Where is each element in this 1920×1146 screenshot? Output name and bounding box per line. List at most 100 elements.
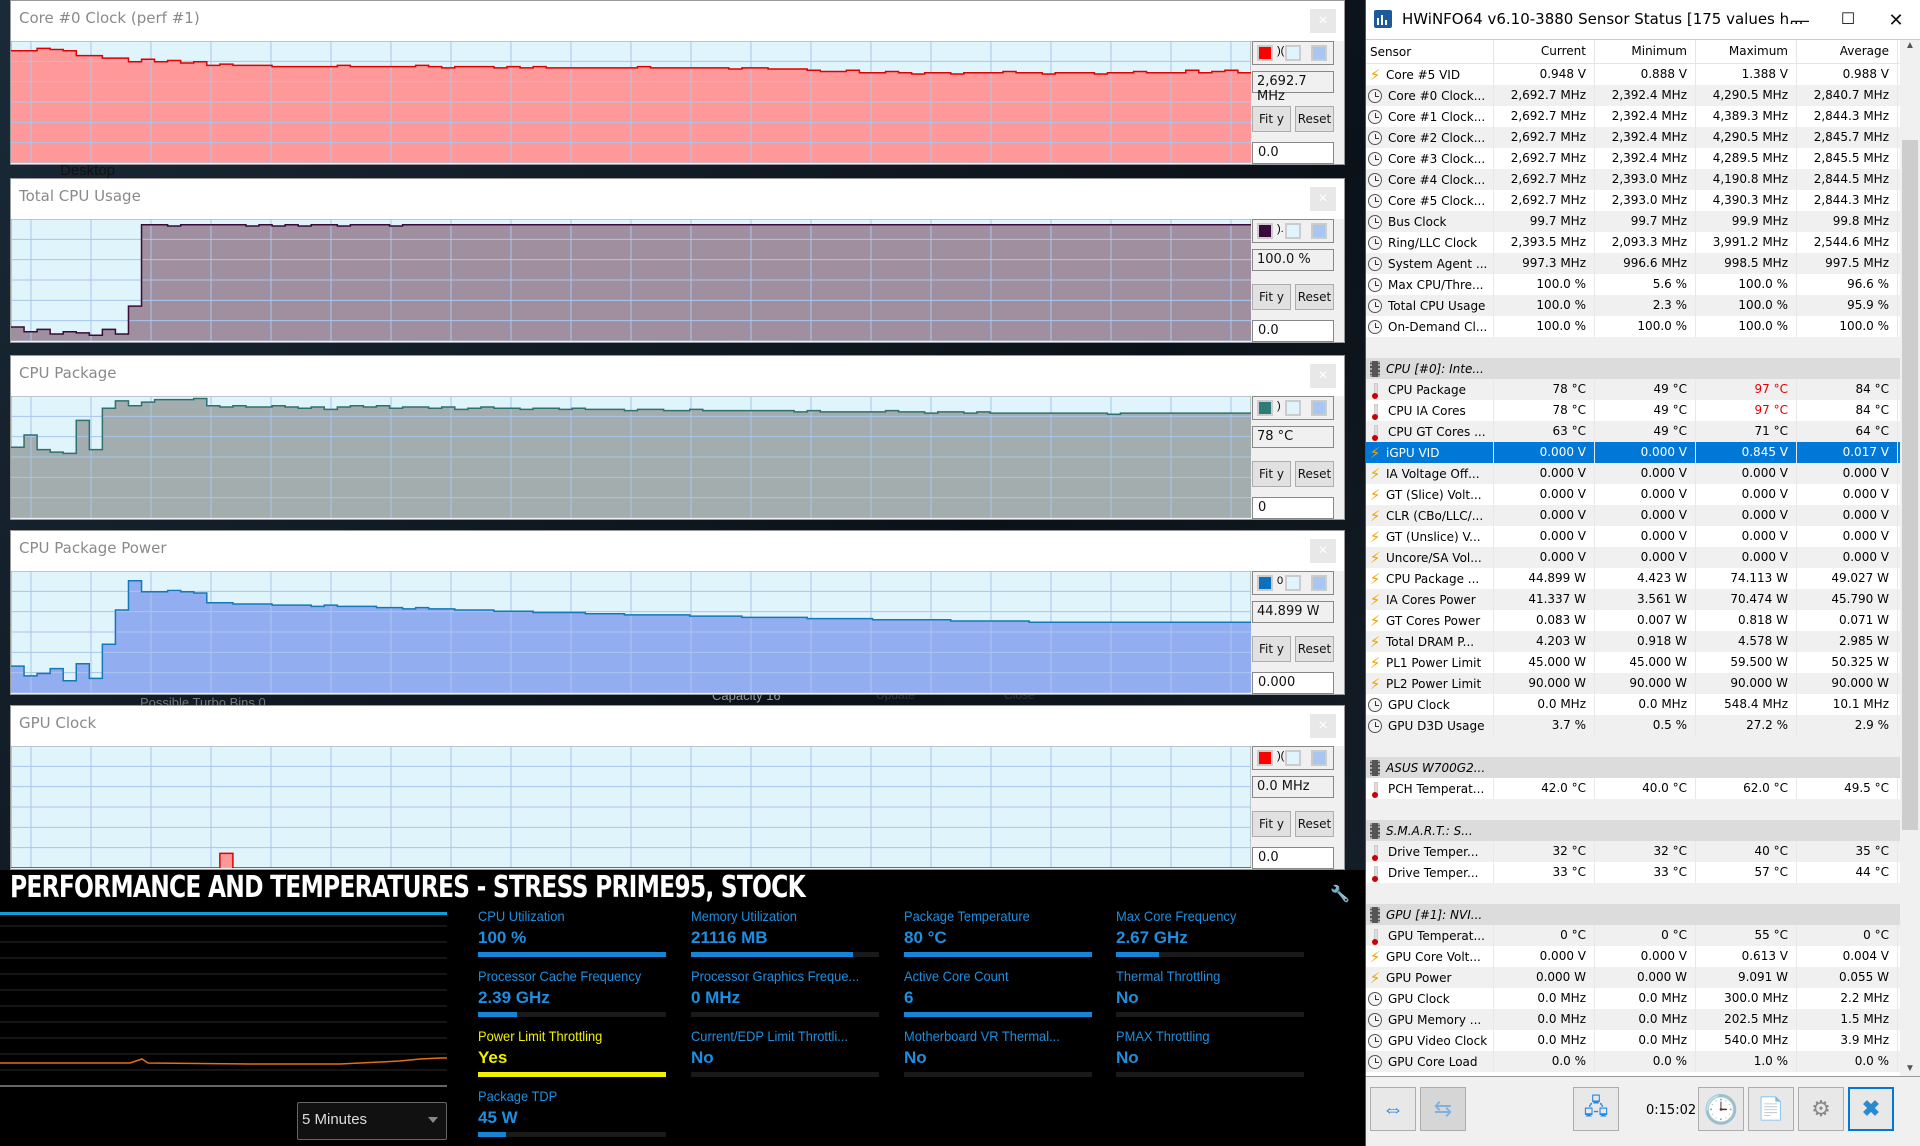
wrench-icon[interactable]: 🔧	[1330, 884, 1350, 904]
col-average[interactable]: Average	[1797, 40, 1898, 63]
add-log-icon[interactable]: 📄	[1748, 1087, 1794, 1131]
col-minimum[interactable]: Minimum	[1595, 40, 1696, 63]
collapse-columns-icon[interactable]: ⇆	[1420, 1087, 1466, 1131]
maximize-icon[interactable]: ☐	[1828, 6, 1868, 34]
grid-color-swatch[interactable]	[1311, 750, 1327, 766]
grid-color-swatch[interactable]	[1311, 575, 1327, 591]
line-color-swatch[interactable]	[1257, 223, 1273, 239]
graph-close-icon[interactable]: ×	[1310, 9, 1336, 33]
table-row[interactable]: Drive Temper... 32 °C 32 °C 40 °C 35 °C	[1366, 841, 1901, 862]
scroll-down-icon[interactable]: ▼	[1900, 1063, 1920, 1074]
table-row[interactable]: CPU Package 78 °C 49 °C 97 °C 84 °C	[1366, 379, 1901, 400]
table-row[interactable]: ⚡ iGPU VID 0.000 V 0.000 V 0.845 V 0.017 …	[1366, 442, 1901, 463]
settings-gear-icon[interactable]: ⚙	[1798, 1087, 1844, 1131]
col-maximum[interactable]: Maximum	[1696, 40, 1797, 63]
table-row[interactable]: ⚡ Total DRAM P... 4.203 W 0.918 W 4.578 W…	[1366, 631, 1901, 652]
table-row[interactable]: ⚡ GT (Slice) Volt... 0.000 V 0.000 V 0.00…	[1366, 484, 1901, 505]
table-row[interactable]: PCH Temperat... 42.0 °C 40.0 °C 62.0 °C …	[1366, 778, 1901, 799]
reset-button[interactable]: Reset	[1295, 461, 1334, 487]
table-row[interactable]: ⚡ GT Cores Power 0.083 W 0.007 W 0.818 W …	[1366, 610, 1901, 631]
table-row[interactable]: Core #3 Clock... 2,692.7 MHz 2,392.4 MHz…	[1366, 148, 1901, 169]
close-icon[interactable]: ✕	[1876, 6, 1916, 34]
line-color-swatch[interactable]	[1257, 750, 1273, 766]
graph-close-icon[interactable]: ×	[1310, 714, 1336, 738]
reset-button[interactable]: Reset	[1295, 811, 1334, 837]
table-row[interactable]: ⚡ GPU Core Volt... 0.000 V 0.000 V 0.613 …	[1366, 946, 1901, 967]
bg-color-swatch[interactable]	[1285, 750, 1301, 766]
col-sensor[interactable]: Sensor	[1366, 40, 1494, 63]
table-row[interactable]: ⚡ CPU Package ... 44.899 W 4.423 W 74.113…	[1366, 568, 1901, 589]
sensor-group-row[interactable]: ASUS W700G2...	[1366, 757, 1901, 778]
grid-color-swatch[interactable]	[1311, 45, 1327, 61]
grid-color-swatch[interactable]	[1311, 400, 1327, 416]
table-row[interactable]: GPU Memory ... 0.0 MHz 0.0 MHz 202.5 MHz…	[1366, 1009, 1901, 1030]
min-value-input[interactable]: 0.0	[1252, 142, 1334, 164]
table-row[interactable]: Ring/LLC Clock 2,393.5 MHz 2,093.3 MHz 3…	[1366, 232, 1901, 253]
line-color-swatch[interactable]	[1257, 45, 1273, 61]
line-color-swatch[interactable]	[1257, 575, 1273, 591]
fit-y-button[interactable]: Fit y	[1252, 636, 1291, 662]
bg-color-swatch[interactable]	[1285, 400, 1301, 416]
table-row[interactable]: System Agent ... 997.3 MHz 996.6 MHz 998…	[1366, 253, 1901, 274]
line-color-swatch[interactable]	[1257, 400, 1273, 416]
fit-y-button[interactable]: Fit y	[1252, 461, 1291, 487]
table-row[interactable]: GPU Temperat... 0 °C 0 °C 55 °C 0 °C	[1366, 925, 1901, 946]
scrollbar[interactable]: ▲ ▼	[1900, 40, 1920, 1076]
graph-close-icon[interactable]: ×	[1310, 364, 1336, 388]
scroll-up-icon[interactable]: ▲	[1900, 40, 1920, 51]
scrollbar-thumb[interactable]	[1902, 140, 1918, 830]
table-row[interactable]: GPU Video Clock 0.0 MHz 0.0 MHz 540.0 MH…	[1366, 1030, 1901, 1051]
min-value-input[interactable]: 0.0	[1252, 847, 1334, 869]
fit-y-button[interactable]: Fit y	[1252, 106, 1291, 132]
bg-color-swatch[interactable]	[1285, 223, 1301, 239]
table-row[interactable]: ⚡ PL2 Power Limit 90.000 W 90.000 W 90.00…	[1366, 673, 1901, 694]
bg-color-swatch[interactable]	[1285, 45, 1301, 61]
sensor-group-row[interactable]: GPU [#1]: NVI...	[1366, 904, 1901, 925]
table-row[interactable]: GPU Core Load 0.0 % 0.0 % 1.0 % 0.0 %	[1366, 1051, 1901, 1072]
minimize-icon[interactable]: —	[1780, 6, 1820, 34]
table-row[interactable]: ⚡ IA Voltage Off... 0.000 V 0.000 V 0.000…	[1366, 463, 1901, 484]
table-row[interactable]: CPU GT Cores ... 63 °C 49 °C 71 °C 64 °C	[1366, 421, 1901, 442]
graph-close-icon[interactable]: ×	[1310, 187, 1336, 211]
min-value-input[interactable]: 0.0	[1252, 320, 1334, 342]
table-row[interactable]: ⚡ Uncore/SA Vol... 0.000 V 0.000 V 0.000 …	[1366, 547, 1901, 568]
table-row[interactable]: ⚡ GT (Unslice) V... 0.000 V 0.000 V 0.000…	[1366, 526, 1901, 547]
graph-close-icon[interactable]: ×	[1310, 539, 1336, 563]
table-row[interactable]: Max CPU/Thre... 100.0 % 5.6 % 100.0 % 96…	[1366, 274, 1901, 295]
col-current[interactable]: Current	[1494, 40, 1595, 63]
table-row[interactable]: GPU D3D Usage 3.7 % 0.5 % 27.2 % 2.9 %	[1366, 715, 1901, 736]
sensor-group-row[interactable]: S.M.A.R.T.: S...	[1366, 820, 1901, 841]
expand-columns-icon[interactable]: ⇔	[1370, 1087, 1416, 1131]
clock-reset-icon[interactable]: 🕒	[1698, 1087, 1744, 1131]
exit-icon[interactable]: ✖	[1848, 1087, 1894, 1131]
table-row[interactable]: GPU Clock 0.0 MHz 0.0 MHz 300.0 MHz 2.2 …	[1366, 988, 1901, 1009]
table-row[interactable]: GPU Clock 0.0 MHz 0.0 MHz 548.4 MHz 10.1…	[1366, 694, 1901, 715]
sensor-group-row[interactable]: CPU [#0]: Inte...	[1366, 358, 1901, 379]
grid-color-swatch[interactable]	[1311, 223, 1327, 239]
bg-color-swatch[interactable]	[1285, 575, 1301, 591]
fit-y-button[interactable]: Fit y	[1252, 284, 1291, 310]
table-row[interactable]: On-Demand Cl... 100.0 % 100.0 % 100.0 % …	[1366, 316, 1901, 337]
network-icon[interactable]: 🖧	[1573, 1087, 1619, 1131]
table-row[interactable]: Bus Clock 99.7 MHz 99.7 MHz 99.9 MHz 99.…	[1366, 211, 1901, 232]
table-row[interactable]: Total CPU Usage 100.0 % 2.3 % 100.0 % 95…	[1366, 295, 1901, 316]
min-value-input[interactable]: 0.000	[1252, 672, 1334, 694]
time-range-select[interactable]: 5 Minutes	[297, 1102, 447, 1140]
reset-button[interactable]: Reset	[1295, 284, 1334, 310]
table-row[interactable]: ⚡ CLR (CBo/LLC/... 0.000 V 0.000 V 0.000 …	[1366, 505, 1901, 526]
table-row[interactable]: ⚡ PL1 Power Limit 45.000 W 45.000 W 59.50…	[1366, 652, 1901, 673]
table-row[interactable]: CPU IA Cores 78 °C 49 °C 97 °C 84 °C	[1366, 400, 1901, 421]
table-row[interactable]: Core #4 Clock... 2,692.7 MHz 2,393.0 MHz…	[1366, 169, 1901, 190]
table-row[interactable]: ⚡ Core #5 VID 0.948 V 0.888 V 1.388 V 0.9…	[1366, 64, 1901, 85]
min-value-input[interactable]: 0	[1252, 497, 1334, 519]
fit-y-button[interactable]: Fit y	[1252, 811, 1291, 837]
reset-button[interactable]: Reset	[1295, 106, 1334, 132]
table-row[interactable]: Core #1 Clock... 2,692.7 MHz 2,392.4 MHz…	[1366, 106, 1901, 127]
table-row[interactable]: ⚡ IA Cores Power 41.337 W 3.561 W 70.474 …	[1366, 589, 1901, 610]
table-row[interactable]: Core #5 Clock... 2,692.7 MHz 2,393.0 MHz…	[1366, 190, 1901, 211]
reset-button[interactable]: Reset	[1295, 636, 1334, 662]
table-row[interactable]: ⚡ GPU Power 0.000 W 0.000 W 9.091 W 0.055…	[1366, 967, 1901, 988]
table-row[interactable]: Drive Temper... 33 °C 33 °C 57 °C 44 °C	[1366, 862, 1901, 883]
table-row[interactable]: Core #2 Clock... 2,692.7 MHz 2,392.4 MHz…	[1366, 127, 1901, 148]
table-row[interactable]: Core #0 Clock... 2,692.7 MHz 2,392.4 MHz…	[1366, 85, 1901, 106]
